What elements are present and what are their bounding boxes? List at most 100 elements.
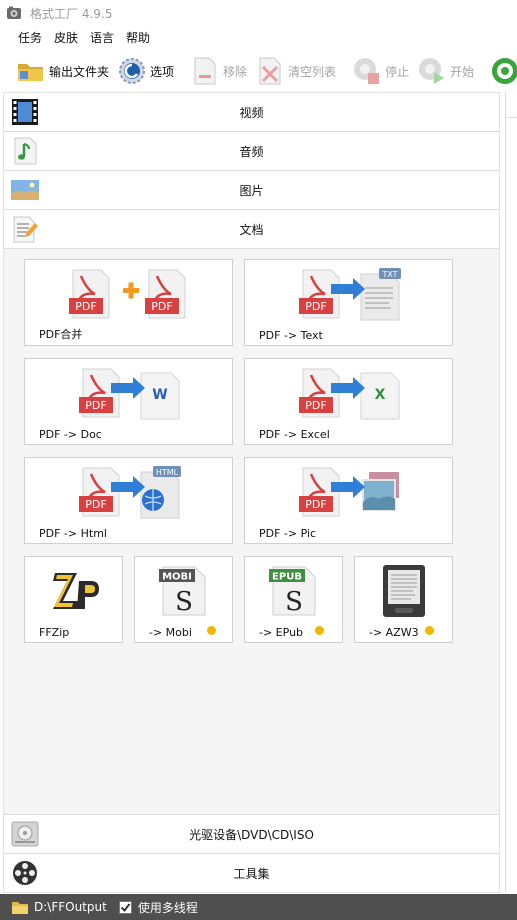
category-optical-drive-label: 光驱设备\DVD\CD\ISO: [189, 827, 314, 842]
options-button[interactable]: 选项: [113, 53, 178, 89]
folder-icon: [16, 56, 46, 86]
film-strip-icon: [12, 99, 38, 125]
tool-pdf-to-html[interactable]: PDF HTML PDF -> Html: [24, 457, 233, 544]
category-document[interactable]: 文档: [4, 210, 499, 249]
task-list-header: [506, 92, 517, 118]
tool-pdf-to-pic-label: PDF -> Pic: [259, 527, 317, 540]
window-title: 格式工厂 4.9.5: [30, 6, 113, 21]
start-label: 开始: [450, 64, 475, 79]
menu-skin[interactable]: 皮肤: [48, 29, 84, 46]
tool-pdf-to-html-label: PDF -> Html: [39, 527, 107, 540]
tool-pdf-to-doc-label: PDF -> Doc: [39, 428, 102, 441]
menu-language[interactable]: 语言: [84, 29, 120, 46]
tool-pdf-to-text-label: PDF -> Text: [259, 329, 323, 342]
txt-badge-text: TXT: [381, 270, 397, 279]
stop-icon: [352, 56, 382, 86]
document-tools-area: PDF PDF PDF合并 PDF TXT PDF -> Text PDF W …: [4, 249, 499, 817]
pro-badge-dot: [207, 626, 216, 635]
tool-to-epub[interactable]: EPUB S -> EPub: [244, 556, 343, 643]
landscape-image-icon: [11, 180, 39, 200]
pdf-badge-text: PDF: [305, 399, 326, 412]
tool-pdf-to-excel-label: PDF -> Excel: [259, 428, 330, 441]
tool-ffzip-label: FFZip: [39, 626, 70, 639]
title-bar: 格式工厂 4.9.5: [0, 0, 517, 26]
multithread-label[interactable]: 使用多线程: [138, 899, 198, 916]
task-list-panel[interactable]: [505, 92, 517, 893]
tool-pdf-merge-label: PDF合并: [39, 328, 83, 341]
toolbar: 输出文件夹 选项 移除 清空列表 停止 开始: [0, 50, 517, 92]
web-globe-icon: [490, 56, 517, 86]
status-bar: D:\FFOutput 使用多线程: [0, 894, 517, 920]
epub-badge-text: EPUB: [272, 572, 302, 583]
options-gear-icon: [117, 56, 147, 86]
output-folder-button[interactable]: 输出文件夹: [12, 53, 113, 89]
tool-ffzip[interactable]: FFZip: [24, 556, 123, 643]
category-tools-label: 工具集: [233, 866, 270, 881]
optical-drive-icon: [11, 821, 39, 847]
start-button[interactable]: 开始: [413, 53, 478, 89]
music-note-icon: [14, 137, 37, 165]
tool-pdf-to-text[interactable]: PDF TXT PDF -> Text: [244, 259, 453, 346]
pdf-badge-text: PDF: [305, 498, 326, 511]
remove-button[interactable]: 移除: [186, 53, 251, 89]
tool-to-mobi-label: -> Mobi: [149, 626, 192, 639]
pro-badge-dot: [425, 626, 434, 635]
app-logo-icon: [7, 6, 21, 19]
word-glyph-text: W: [152, 387, 167, 403]
pdf-badge-text: PDF: [151, 300, 172, 313]
tool-to-mobi[interactable]: MOBI S -> Mobi: [134, 556, 233, 643]
pdf-merge-icon: PDF PDF: [69, 269, 186, 319]
document-pen-icon: [13, 216, 38, 243]
menu-bar: 任务 皮肤 语言 帮助: [0, 26, 156, 48]
format-factory-window: 格式工厂 4.9.5 任务 皮肤 语言 帮助 输出文件夹 选项 移除 清空列表 …: [0, 0, 517, 920]
clear-list-label: 清空列表: [288, 64, 337, 79]
category-audio[interactable]: 音频: [4, 132, 499, 171]
pdf-badge-text: PDF: [305, 300, 326, 313]
pro-badge-dot: [315, 626, 324, 635]
category-video-label: 视频: [239, 105, 264, 120]
output-path-text[interactable]: D:\FFOutput: [34, 900, 107, 914]
category-document-label: 文档: [239, 222, 264, 237]
calibre-s-glyph: S: [175, 587, 193, 617]
pdf-badge-text: PDF: [85, 399, 106, 412]
category-tools[interactable]: 工具集: [4, 853, 499, 892]
excel-glyph-text: X: [375, 387, 386, 403]
start-icon: [417, 56, 447, 86]
menu-help[interactable]: 帮助: [120, 29, 156, 46]
pdf-to-html-icon: PDF HTML: [79, 466, 181, 519]
clear-list-button[interactable]: 清空列表: [251, 53, 340, 89]
options-label: 选项: [150, 64, 175, 79]
category-optical-drive[interactable]: 光驱设备\DVD\CD\ISO: [4, 814, 499, 853]
tool-pdf-merge[interactable]: PDF PDF PDF合并: [24, 259, 233, 346]
category-image-label: 图片: [239, 183, 264, 198]
stop-button[interactable]: 停止: [348, 53, 413, 89]
tool-to-epub-label: -> EPub: [259, 626, 304, 639]
ereader-icon: [383, 565, 425, 617]
pdf-to-text-icon: PDF TXT: [299, 268, 401, 321]
mobi-badge-text: MOBI: [162, 572, 192, 583]
category-image[interactable]: 图片: [4, 171, 499, 210]
output-folder-label: 输出文件夹: [49, 64, 110, 79]
tool-pdf-to-excel[interactable]: PDF X PDF -> Excel: [244, 358, 453, 445]
checkmark-icon: [120, 902, 131, 912]
tool-pdf-to-doc[interactable]: PDF W PDF -> Doc: [24, 358, 233, 445]
category-video[interactable]: 视频: [4, 93, 499, 132]
web-button[interactable]: [486, 53, 517, 89]
tool-to-azw3-label: -> AZW3: [369, 626, 419, 639]
epub-file-icon: EPUB S: [269, 566, 316, 617]
menu-task[interactable]: 任务: [12, 29, 48, 46]
open-folder-icon[interactable]: [12, 900, 28, 914]
category-panel: 视频 音频 图片 文档 PDF PDF PDF合并 PDF TXT PDF ->…: [3, 92, 500, 893]
tool-pdf-to-pic[interactable]: PDF PDF -> Pic: [244, 457, 453, 544]
calibre-s-glyph: S: [285, 587, 303, 617]
mobi-file-icon: MOBI S: [159, 566, 206, 617]
clear-list-icon: [255, 56, 285, 86]
bottom-categories: 光驱设备\DVD\CD\ISO 工具集: [4, 814, 499, 892]
pdf-to-doc-icon: PDF W: [79, 368, 180, 420]
ffzip-icon: [53, 573, 99, 609]
remove-file-icon: [190, 56, 220, 86]
multithread-checkbox[interactable]: [118, 900, 132, 914]
tool-to-azw3[interactable]: -> AZW3: [354, 556, 453, 643]
stop-label: 停止: [385, 64, 410, 79]
pdf-badge-text: PDF: [85, 498, 106, 511]
